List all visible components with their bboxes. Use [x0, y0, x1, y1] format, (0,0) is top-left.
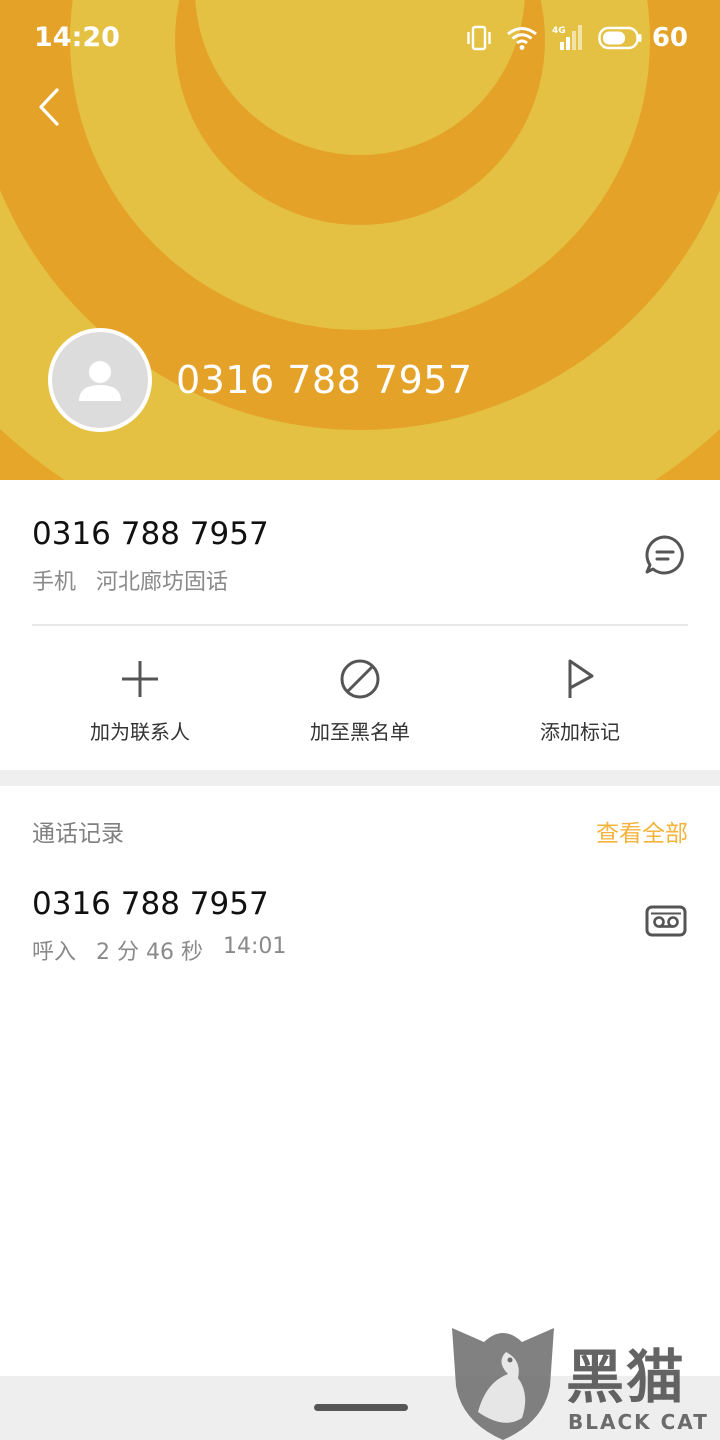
add-tag-button[interactable]: 添加标记 [470, 656, 690, 745]
call-time: 14:01 [223, 934, 287, 959]
call-duration: 2 分 46 秒 [96, 940, 203, 965]
watermark-en: BLACK CAT [568, 1410, 709, 1434]
number-location: 河北廊坊固话 [96, 570, 229, 595]
back-button[interactable] [24, 82, 74, 132]
flag-icon [557, 656, 603, 702]
call-log-number: 0316 788 7957 [32, 886, 269, 922]
home-indicator[interactable] [314, 1404, 408, 1411]
block-icon [337, 656, 383, 702]
message-button[interactable] [642, 532, 688, 578]
battery-icon [598, 26, 642, 50]
number-info: 手机 河北廊坊固话 [32, 564, 228, 596]
network-label: 4G [552, 26, 566, 36]
view-all-link[interactable]: 查看全部 [596, 814, 688, 848]
person-icon [79, 361, 121, 401]
phone-number[interactable]: 0316 788 7957 [32, 516, 269, 552]
divider [32, 624, 688, 626]
call-log-header: 通话记录 查看全部 [32, 814, 688, 848]
message-icon [645, 535, 684, 575]
status-time: 14:20 [34, 22, 120, 53]
add-blacklist-label: 加至黑名单 [310, 720, 410, 744]
watermark: 黑猫 BLACK CAT [448, 1322, 720, 1440]
recording-button[interactable] [644, 904, 688, 938]
call-log-meta: 呼入 2 分 46 秒 14:01 [32, 934, 286, 966]
add-contact-label: 加为联系人 [90, 720, 190, 744]
avatar [48, 328, 152, 432]
call-direction: 呼入 [32, 940, 77, 965]
signal-4g-icon: 4G [552, 24, 584, 52]
status-icons: 4G 60 [466, 20, 688, 56]
battery-level: 60 [651, 23, 688, 53]
add-blacklist-button[interactable]: 加至黑名单 [250, 656, 470, 745]
vibrate-icon [466, 25, 492, 51]
black-cat-logo [452, 1328, 554, 1440]
contact-header: 14:20 4G 60 0316 788 7957 [0, 0, 720, 480]
call-log-item[interactable]: 0316 788 7957 呼入 2 分 46 秒 14:01 [0, 880, 720, 980]
recording-icon [645, 905, 687, 937]
watermark-cn: 黑猫 [566, 1343, 687, 1411]
wifi-icon [506, 25, 538, 51]
action-row: 加为联系人 加至黑名单 添加标记 [0, 656, 720, 745]
header-phone-number: 0316 788 7957 [176, 358, 473, 402]
number-card: 0316 788 7957 手机 河北廊坊固话 加为联系人 加至黑名单 添加标记 [0, 480, 720, 770]
add-contact-button[interactable]: 加为联系人 [30, 656, 250, 745]
chevron-left-icon [39, 88, 59, 126]
number-type: 手机 [32, 570, 77, 595]
plus-icon [117, 656, 163, 702]
add-tag-label: 添加标记 [540, 720, 620, 744]
status-bar: 14:20 4G 60 [0, 0, 720, 76]
call-log-title: 通话记录 [32, 821, 124, 847]
section-separator [0, 770, 720, 786]
